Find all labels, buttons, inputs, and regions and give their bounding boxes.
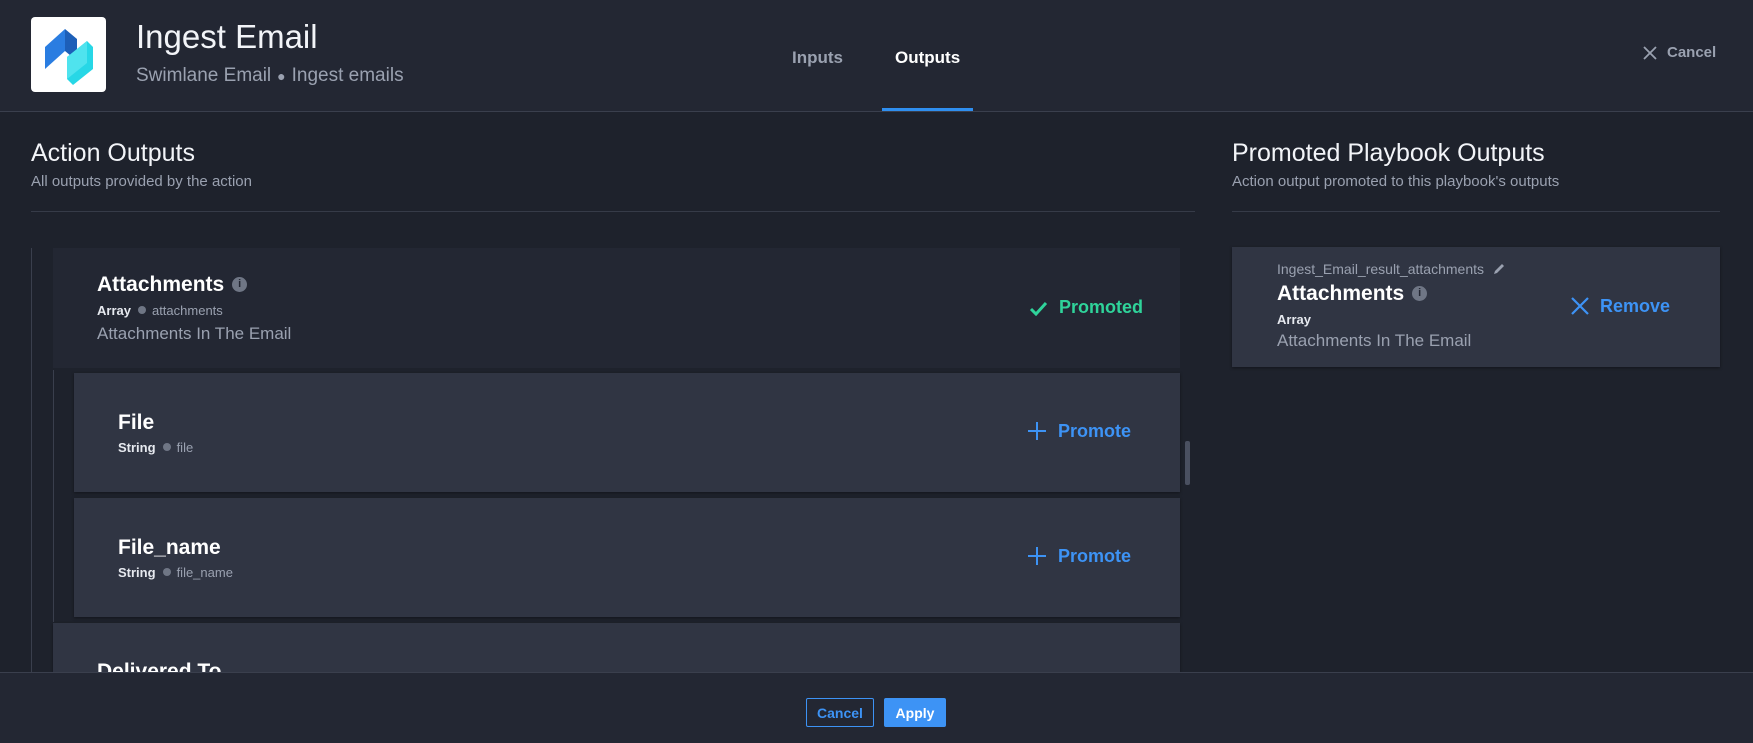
promote-label: Promote	[1058, 546, 1132, 566]
promoted-output-type: Array	[1277, 312, 1311, 327]
output-meta: String file_name	[118, 565, 233, 580]
output-item-attachments: Attachments i Array attachments Attachment…	[53, 248, 1180, 368]
separator-dot	[162, 443, 171, 451]
output-name: Delivered To	[97, 660, 222, 672]
scrollbar-thumb[interactable]	[1185, 441, 1190, 485]
output-type: Array	[97, 303, 131, 318]
output-meta: String file	[118, 440, 193, 455]
swimlane-logo-icon	[31, 17, 106, 92]
output-item-file: File String file Promote	[74, 373, 1180, 492]
tab-outputs[interactable]: Outputs	[895, 48, 960, 68]
output-type: String	[118, 440, 156, 455]
footer: Cancel Apply	[0, 672, 1753, 743]
promoted-name-label: Attachments	[1277, 282, 1405, 305]
promoted-label: Promoted	[1059, 297, 1144, 317]
page-subtitle: Swimlane Email ● Ingest emails	[136, 65, 404, 87]
output-item-delivered-to: Delivered To	[53, 623, 1180, 672]
output-name: File_name	[118, 536, 221, 559]
output-key: file	[176, 440, 194, 455]
close-icon	[1643, 46, 1657, 60]
action-name: Ingest emails	[291, 65, 404, 86]
close-icon	[1571, 297, 1589, 315]
active-tab-indicator	[882, 108, 973, 111]
promoted-key-label: Ingest_Email_result_attachments	[1277, 261, 1484, 277]
promote-button[interactable]: Promote	[1027, 421, 1131, 442]
separator-dot: ●	[277, 67, 286, 84]
promoted-output-item: Ingest_Email_result_attachments Attachme…	[1232, 247, 1720, 367]
output-key: file_name	[176, 565, 233, 580]
promoted-outputs-title: Promoted Playbook Outputs	[1232, 139, 1545, 167]
promoted-status: Promoted	[1029, 297, 1143, 318]
promoted-outputs-subtitle: Action output promoted to this playbook'…	[1232, 173, 1560, 190]
remove-label: Remove	[1600, 296, 1671, 316]
tab-inputs[interactable]: Inputs	[792, 48, 843, 68]
apply-button[interactable]: Apply	[884, 698, 946, 727]
promoted-output-key: Ingest_Email_result_attachments	[1277, 261, 1506, 277]
tree-line	[31, 248, 32, 672]
cancel-button[interactable]: Cancel	[806, 698, 874, 727]
header-cancel-button[interactable]: Cancel	[1643, 44, 1716, 61]
info-icon[interactable]: i	[232, 277, 248, 292]
promoted-output-description: Attachments In The Email	[1277, 331, 1472, 350]
output-meta: Array attachments	[97, 303, 223, 318]
divider	[1232, 211, 1720, 212]
promoted-output-name: Attachments i	[1277, 282, 1428, 306]
output-type: String	[118, 565, 156, 580]
output-name-label: Attachments	[97, 273, 225, 296]
check-icon	[1029, 301, 1048, 317]
tree-line	[53, 370, 54, 622]
pencil-icon[interactable]	[1492, 262, 1506, 276]
page-title: Ingest Email	[136, 18, 318, 55]
promote-button[interactable]: Promote	[1027, 546, 1131, 567]
separator-dot	[137, 306, 146, 314]
remove-button[interactable]: Remove	[1570, 296, 1670, 317]
header-cancel-label: Cancel	[1667, 44, 1717, 61]
divider	[31, 211, 1195, 212]
output-name: File	[118, 411, 155, 434]
info-icon[interactable]: i	[1412, 286, 1428, 301]
header: Ingest Email Swimlane Email ● Ingest email…	[0, 0, 1753, 112]
output-description: Attachments In The Email	[97, 324, 292, 343]
action-outputs-title: Action Outputs	[31, 139, 195, 167]
action-outputs-subtitle: All outputs provided by the action	[31, 173, 252, 190]
integration-name: Swimlane Email	[136, 65, 272, 86]
output-type: Array	[1277, 312, 1311, 327]
plus-icon	[1028, 547, 1046, 565]
plus-icon	[1028, 422, 1046, 440]
output-name: Attachments i	[97, 273, 248, 297]
separator-dot	[162, 568, 171, 576]
output-item-file-name: File_name String file_name Promote	[74, 498, 1180, 617]
promote-label: Promote	[1058, 421, 1132, 441]
output-key: attachments	[151, 303, 223, 318]
